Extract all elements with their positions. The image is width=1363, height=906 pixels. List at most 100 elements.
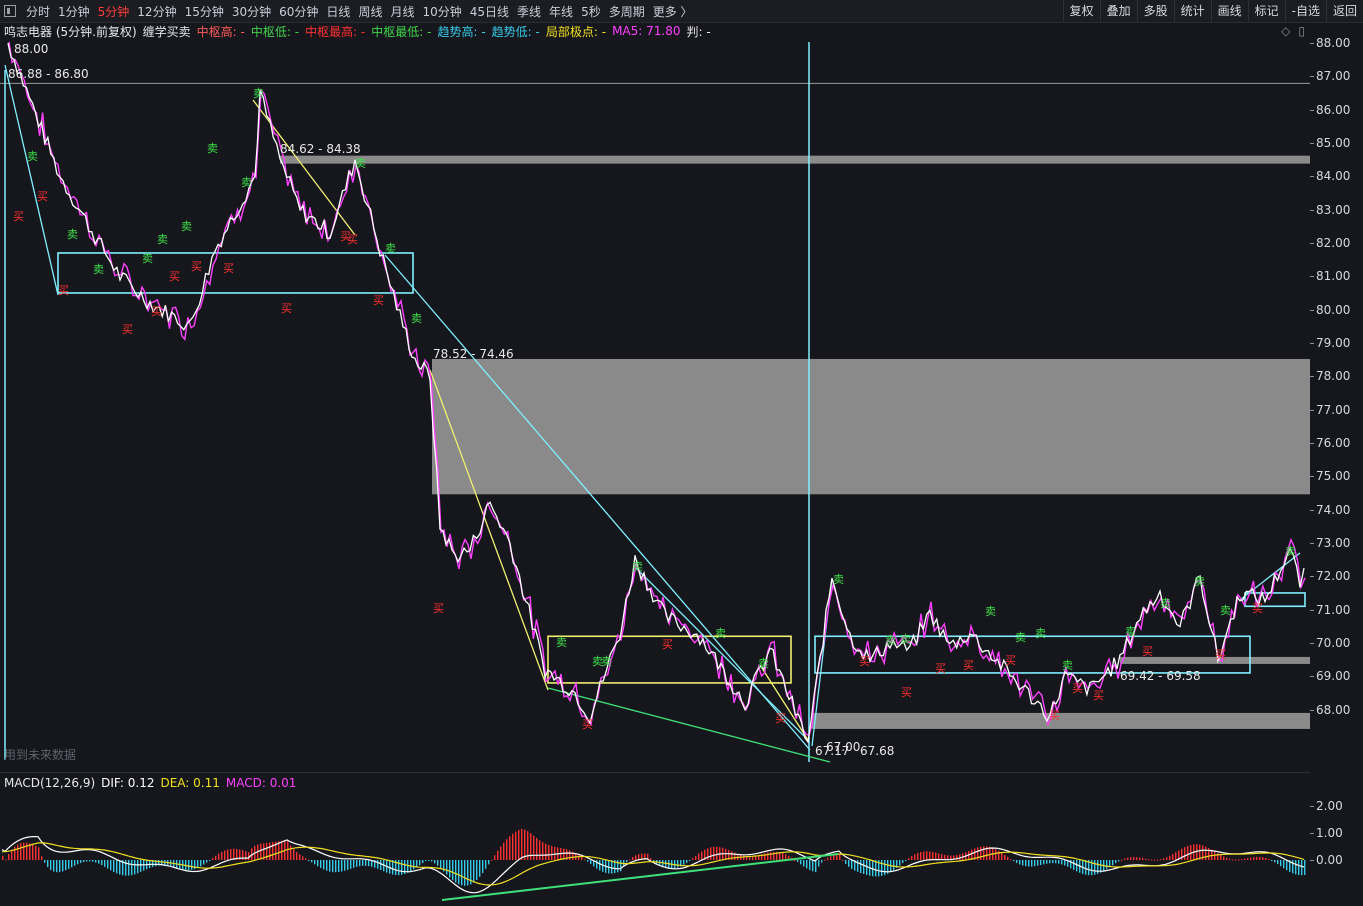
macd-bar bbox=[188, 860, 190, 871]
macd-bar bbox=[38, 847, 40, 860]
zone-label-4: 69.42 - 69.58 bbox=[1120, 669, 1201, 683]
macd-bar bbox=[269, 842, 271, 860]
period-tab-active[interactable]: 5分钟 bbox=[94, 3, 134, 20]
macd-bar bbox=[116, 860, 118, 874]
sell-mark: 卖 bbox=[181, 220, 192, 233]
macd-bar bbox=[515, 831, 517, 860]
sell-mark: 卖 bbox=[758, 657, 769, 670]
draw-line-button[interactable]: 画线 bbox=[1210, 0, 1248, 22]
macd-bar bbox=[632, 857, 634, 860]
macd-title[interactable]: MACD(12,26,9) bbox=[4, 776, 95, 790]
statistics-button[interactable]: 统计 bbox=[1173, 0, 1211, 22]
overlay-button[interactable]: 叠加 bbox=[1099, 0, 1137, 22]
macd-bar bbox=[449, 860, 451, 878]
period-tab[interactable]: 月线 bbox=[386, 3, 418, 20]
macd-bar bbox=[1184, 847, 1186, 860]
sell-mark: 卖 bbox=[157, 233, 168, 246]
low-label-b: 67.00 bbox=[826, 740, 860, 754]
mark-button[interactable]: 标记 bbox=[1247, 0, 1285, 22]
macd-bar bbox=[548, 845, 550, 860]
adjust-button[interactable]: 复权 bbox=[1062, 0, 1100, 22]
period-tab[interactable]: 周线 bbox=[354, 3, 386, 20]
price-tick: 76.00 bbox=[1309, 435, 1351, 450]
macd-bar bbox=[1049, 860, 1051, 864]
macd-bar bbox=[683, 860, 685, 865]
remove-watchlist-button[interactable]: -自选 bbox=[1284, 0, 1326, 22]
period-tab[interactable]: 日线 bbox=[322, 3, 354, 20]
indicator-name[interactable]: 缠学买卖 bbox=[143, 23, 191, 40]
macd-bar bbox=[980, 846, 982, 860]
sell-mark: 卖 bbox=[241, 176, 252, 189]
macd-bar bbox=[1187, 845, 1189, 860]
macd-bar bbox=[542, 842, 544, 860]
panel-icon[interactable]: ▯ bbox=[1298, 24, 1305, 38]
macd-bar bbox=[935, 852, 937, 860]
macd-bar bbox=[311, 860, 313, 863]
period-tab[interactable]: 1分钟 bbox=[54, 3, 94, 20]
period-tab[interactable]: 30分钟 bbox=[228, 3, 275, 20]
period-tab[interactable]: 45日线 bbox=[466, 3, 513, 20]
period-tab[interactable]: 5秒 bbox=[577, 3, 605, 20]
price-tick: 74.00 bbox=[1309, 502, 1351, 517]
multi-stock-button[interactable]: 多股 bbox=[1136, 0, 1174, 22]
macd-bar bbox=[833, 855, 835, 860]
macd-bar bbox=[320, 860, 322, 868]
window-toggle-icon[interactable] bbox=[4, 5, 16, 17]
sell-mark: 卖 bbox=[1194, 575, 1205, 588]
macd-bar bbox=[500, 846, 502, 860]
period-tab[interactable]: 10分钟 bbox=[418, 3, 465, 20]
more-periods-button[interactable]: 更多 〉 bbox=[649, 3, 697, 20]
field-center-max: 中枢最高: - bbox=[305, 24, 366, 39]
diamond-icon[interactable]: ◇ bbox=[1281, 24, 1290, 38]
sell-mark: 卖 bbox=[1015, 631, 1026, 644]
macd-bar bbox=[86, 860, 88, 862]
stock-title[interactable]: 鸣志电器 (5分钟.前复权) bbox=[4, 23, 137, 40]
price-tick: 77.00 bbox=[1309, 402, 1351, 417]
macd-bar bbox=[50, 860, 52, 870]
macd-chart[interactable] bbox=[0, 790, 1310, 906]
macd-bar bbox=[827, 857, 829, 860]
macd-bar bbox=[299, 854, 301, 860]
macd-bar bbox=[467, 860, 469, 886]
price-tick: 72.00 bbox=[1309, 569, 1351, 584]
macd-bar bbox=[212, 857, 214, 860]
macd-bar bbox=[713, 846, 715, 860]
macd-bar bbox=[332, 860, 334, 873]
macd-bar bbox=[296, 851, 298, 860]
period-bar: 分时 1分钟 5分钟 12分钟 15分钟 30分钟 60分钟 日线 周线 月线 … bbox=[4, 0, 697, 22]
period-tab[interactable]: 分时 bbox=[22, 3, 54, 20]
price-tick: 85.00 bbox=[1309, 135, 1351, 150]
buy-mark: 买 bbox=[963, 659, 974, 672]
macd-bar bbox=[209, 860, 211, 861]
macd-bar bbox=[1247, 858, 1249, 860]
buy-mark: 买 bbox=[775, 712, 786, 725]
macd-bar bbox=[599, 860, 601, 871]
period-tab[interactable]: 多周期 bbox=[605, 3, 649, 20]
price-tick: 81.00 bbox=[1309, 269, 1351, 284]
macd-bar bbox=[44, 860, 46, 863]
macd-bar bbox=[923, 851, 925, 860]
macd-bar bbox=[932, 851, 934, 860]
macd-bar bbox=[686, 860, 688, 863]
macd-bar bbox=[929, 851, 931, 860]
field-center-min: 中枢最低: - bbox=[371, 24, 432, 39]
period-tab[interactable]: 12分钟 bbox=[133, 3, 180, 20]
price-tick: 82.00 bbox=[1309, 235, 1351, 250]
macd-bar bbox=[65, 860, 67, 871]
macd-bar bbox=[509, 836, 511, 860]
period-tab[interactable]: 15分钟 bbox=[181, 3, 228, 20]
macd-bar bbox=[617, 860, 619, 873]
macd-bar bbox=[458, 860, 460, 885]
macd-bar bbox=[98, 860, 100, 864]
macd-bar bbox=[569, 850, 571, 860]
period-tab[interactable]: 年线 bbox=[545, 3, 577, 20]
macd-bar bbox=[497, 850, 499, 860]
back-button[interactable]: 返回 bbox=[1325, 0, 1363, 22]
price-chart[interactable]: 卖卖卖卖卖卖卖卖卖卖卖卖卖卖卖卖卖卖卖卖 卖卖卖 卖卖卖卖卖卖卖买买买买买买买 买买买… bbox=[0, 40, 1310, 770]
macd-bar bbox=[836, 854, 838, 860]
macd-bar bbox=[1175, 852, 1177, 860]
period-tab[interactable]: 60分钟 bbox=[275, 3, 322, 20]
macd-tick: 2.00 bbox=[1310, 799, 1343, 813]
macd-bar bbox=[1007, 857, 1009, 860]
period-tab[interactable]: 季线 bbox=[513, 3, 545, 20]
